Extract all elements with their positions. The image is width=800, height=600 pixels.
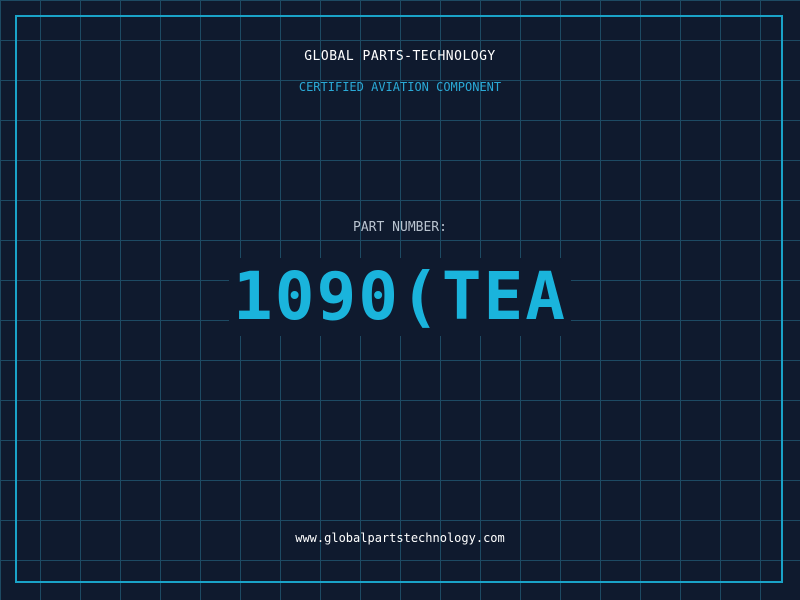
certificate-page: GLOBAL PARTS-TECHNOLOGY CERTIFIED AVIATI… xyxy=(0,0,800,600)
company-name: GLOBAL PARTS-TECHNOLOGY xyxy=(304,49,496,64)
part-number-label: PART NUMBER: xyxy=(353,220,447,235)
part-number-value: 1090(TEA xyxy=(229,258,571,336)
certification-text: CERTIFIED AVIATION COMPONENT xyxy=(298,80,502,94)
website-url: www.globalpartstechnology.com xyxy=(295,531,505,545)
part-number-container: 1090(TEA xyxy=(0,258,800,336)
